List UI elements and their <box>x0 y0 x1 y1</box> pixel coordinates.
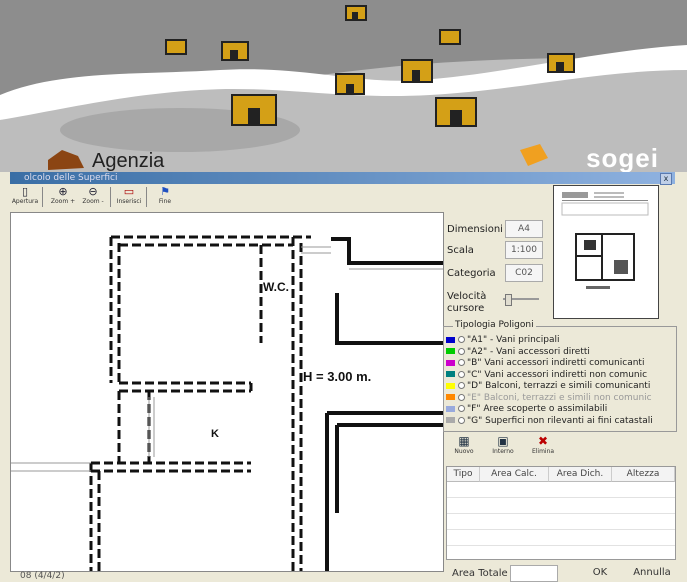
column-header[interactable]: Tipo <box>447 467 480 482</box>
toolbar-separator <box>146 187 147 207</box>
wc-label: W.C. <box>263 280 289 294</box>
velocita-label: Velocità <box>447 291 487 302</box>
page-preview-thumbnail <box>561 192 649 289</box>
zoom-out-button[interactable]: ⊖ Zoom - <box>78 186 108 208</box>
dimensioni-label: Dimensioni <box>447 224 503 235</box>
agency-logo-text: Agenzia <box>92 150 165 172</box>
categoria-field[interactable]: C02 <box>505 264 543 282</box>
cursore-label: cursore <box>447 303 485 314</box>
dimensioni-field[interactable]: A4 <box>505 220 543 238</box>
radio-button[interactable] <box>458 405 465 412</box>
radio-button[interactable] <box>458 416 465 424</box>
new-label: Nuovo <box>454 448 474 455</box>
interior-button[interactable]: ▣ Interno <box>486 434 520 460</box>
header-banner: Agenzia sogei <box>0 0 687 172</box>
open-button[interactable]: ▯ Apertura <box>10 186 40 208</box>
categoria-label: Categoria <box>447 268 496 279</box>
column-header[interactable]: Area Dich. <box>549 467 612 482</box>
polygon-type-option[interactable]: "F" Aree scoperte o assimilabili <box>446 404 607 415</box>
radio-button[interactable] <box>458 336 465 343</box>
column-header[interactable]: Altezza <box>612 467 675 482</box>
room-k-label: K <box>211 428 219 440</box>
slider-thumb[interactable] <box>505 294 512 306</box>
table-row <box>447 529 675 530</box>
scala-label: Scala <box>447 245 474 256</box>
color-swatch <box>446 382 455 389</box>
column-header[interactable]: Area Calc. <box>480 467 549 482</box>
polygon-types-title: Tipologia Poligoni <box>453 320 536 330</box>
zoom-out-label: Zoom - <box>82 198 104 205</box>
color-swatch <box>446 417 455 423</box>
close-button[interactable]: x <box>660 173 672 185</box>
folder-icon: ▯ <box>21 185 29 198</box>
table-row <box>447 545 675 546</box>
polygon-type-label: "B" Vani accessori indiretti comunicanti <box>467 358 645 368</box>
banner-illustration <box>0 0 687 172</box>
cursor-speed-slider[interactable] <box>503 294 539 306</box>
polygon-type-label: "C" Vani accessori indiretti non comunic <box>467 369 648 380</box>
zoom-out-icon: ⊖ <box>88 185 98 198</box>
end-label: Fine <box>158 198 172 205</box>
status-bar: 08 (4/4/2) <box>20 571 65 581</box>
new-polygon-icon: ▦ <box>458 434 470 448</box>
end-button[interactable]: ⚑ Fine <box>150 186 180 208</box>
interior-icon: ▣ <box>497 434 509 448</box>
toolbar-separator <box>42 187 43 207</box>
new-button[interactable]: ▦ Nuovo <box>447 434 481 460</box>
page-preview[interactable] <box>553 185 659 319</box>
color-swatch <box>446 371 455 377</box>
color-swatch <box>446 405 455 412</box>
interior-label: Interno <box>492 448 514 455</box>
color-swatch <box>446 336 455 343</box>
polygon-type-option[interactable]: "G" Superfici non rilevanti ai fini cata… <box>446 416 653 427</box>
color-swatch <box>446 348 455 354</box>
scala-field[interactable]: 1:100 <box>505 241 543 259</box>
window-title: olcolo delle Superfici <box>24 173 118 183</box>
toolbar: ▯ Apertura ⊕ Zoom + ⊖ Zoom - ▭ Inserisci… <box>10 184 550 210</box>
polygon-type-label: "A2" - Vani accessori diretti <box>467 346 590 357</box>
polygon-type-option[interactable]: "A2" - Vani accessori diretti <box>446 347 590 358</box>
total-area-field[interactable] <box>510 565 558 582</box>
floor-plan-drawing: W.C. H = 3.00 m. K <box>11 235 443 571</box>
polygon-type-label: "D" Balconi, terrazzi e simili comunican… <box>467 381 651 391</box>
height-label: H = 3.00 m. <box>303 369 371 384</box>
polygon-type-label: "F" Aree scoperte o assimilabili <box>467 404 608 414</box>
ok-button[interactable]: OK <box>578 566 622 580</box>
table-row <box>447 497 675 498</box>
polygon-type-option[interactable]: "C" Vani accessori indiretti non comunic <box>446 370 647 381</box>
floor-plan-canvas[interactable]: W.C. H = 3.00 m. K <box>10 212 444 572</box>
insert-icon: ▭ <box>123 185 135 198</box>
polygon-type-label: "G" Superfici non rilevanti ai fini cata… <box>467 415 653 426</box>
radio-button[interactable] <box>458 382 465 389</box>
total-area-label: Area Totale <box>452 568 508 579</box>
radio-button[interactable] <box>458 370 465 378</box>
toolbar-separator <box>110 187 111 207</box>
delete-label: Elimina <box>531 448 555 455</box>
open-label: Apertura <box>11 198 39 205</box>
radio-button[interactable] <box>458 359 465 366</box>
brand-logo-text: sogei <box>586 143 659 172</box>
zoom-in-label: Zoom + <box>50 198 76 205</box>
table-row <box>447 513 675 514</box>
polygon-type-label: "E" Balconi, terrazzi e simili non comun… <box>467 392 652 403</box>
polygon-type-option[interactable]: "E" Balconi, terrazzi e simili non comun… <box>446 393 652 404</box>
insert-label: Inserisci <box>116 198 142 205</box>
zoom-in-button[interactable]: ⊕ Zoom + <box>48 186 78 208</box>
polygon-type-option[interactable]: "A1" - Vani principali <box>446 335 559 346</box>
window-titlebar: olcolo delle Superfici x <box>10 172 675 185</box>
polygon-type-option[interactable]: "B" Vani accessori indiretti comunicanti <box>446 358 644 369</box>
insert-button[interactable]: ▭ Inserisci <box>114 186 144 208</box>
flag-icon: ⚑ <box>160 185 170 198</box>
delete-button[interactable]: ✖ Elimina <box>526 434 560 460</box>
radio-button[interactable] <box>458 347 465 355</box>
polygon-table[interactable]: Tipo Area Calc. Area Dich. Altezza <box>446 466 676 560</box>
zoom-in-icon: ⊕ <box>58 185 68 198</box>
polygon-type-label: "A1" - Vani principali <box>467 335 560 345</box>
delete-icon: ✖ <box>537 434 549 448</box>
cancel-button[interactable]: Annulla <box>630 566 674 580</box>
radio-button[interactable] <box>458 393 465 401</box>
color-swatch <box>446 394 455 400</box>
color-swatch <box>446 359 455 366</box>
polygon-type-option[interactable]: "D" Balconi, terrazzi e simili comunican… <box>446 381 650 392</box>
